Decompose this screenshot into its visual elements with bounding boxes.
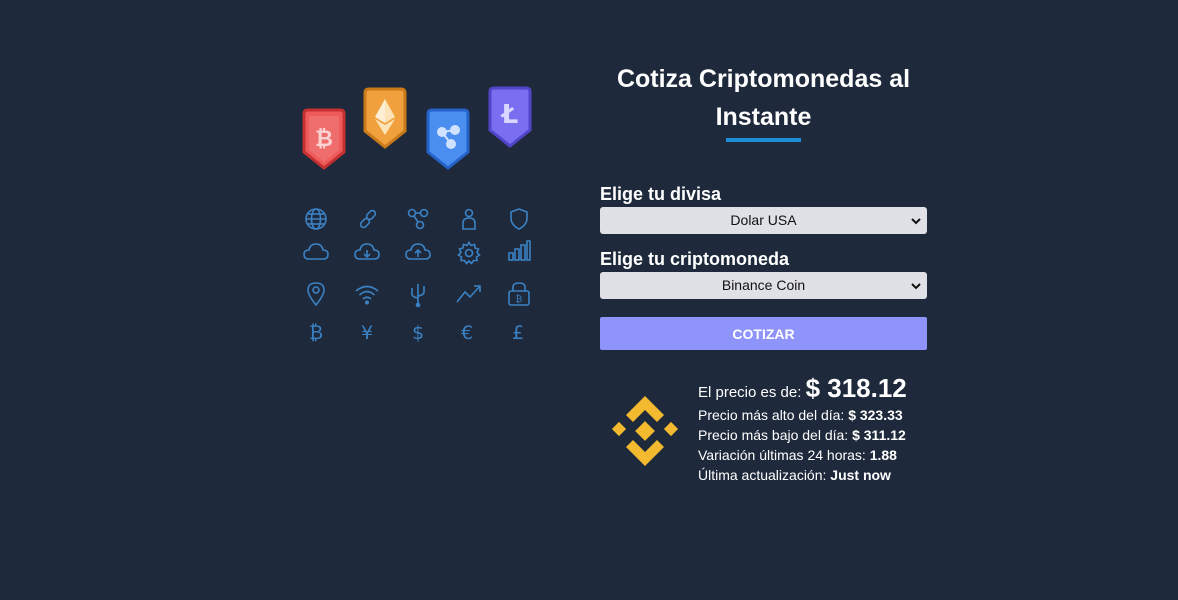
icon-grid: ₿ ₿ ¥ $ € £ bbox=[300, 205, 540, 345]
page: ₿ Ł ₿ ₿ ¥ $ € £ Cotiza Criptomonedas al … bbox=[0, 0, 1178, 600]
page-title-line2: Instante bbox=[715, 103, 812, 131]
svg-text:€: € bbox=[461, 322, 473, 344]
wifi-icon bbox=[355, 285, 379, 305]
cloud-download-icon bbox=[354, 243, 380, 260]
gear-icon bbox=[457, 241, 481, 265]
price-label: El precio es de: bbox=[698, 384, 802, 401]
quote-button[interactable]: COTIZAR bbox=[600, 317, 927, 350]
high-value: $ 323.33 bbox=[848, 407, 903, 423]
svg-text:$: $ bbox=[412, 322, 424, 344]
bar-chart-icon bbox=[508, 240, 531, 261]
pound-icon: £ bbox=[512, 322, 524, 344]
price-row: El precio es de: $ 318.12 bbox=[698, 375, 907, 403]
price-value: $ 318.12 bbox=[805, 373, 907, 403]
svg-text:Ł: Ł bbox=[500, 100, 519, 130]
lock-icon: ₿ bbox=[508, 282, 530, 306]
bitcoin-icon: ₿ bbox=[302, 108, 346, 170]
location-pin-icon bbox=[307, 282, 325, 307]
svg-text:₿: ₿ bbox=[315, 127, 333, 152]
quote-panel: Cotiza Criptomonedas al Instante Elige t… bbox=[600, 60, 927, 350]
network-icon bbox=[407, 208, 429, 230]
updated-value: Just now bbox=[830, 467, 891, 483]
currency-select[interactable]: Dolar USA bbox=[600, 207, 927, 234]
globe-icon bbox=[305, 208, 327, 230]
low-row: Precio más bajo del día: $ 311.12 bbox=[698, 425, 907, 445]
trend-up-icon bbox=[456, 285, 481, 303]
svg-text:£: £ bbox=[512, 322, 524, 344]
updated-label: Última actualización: bbox=[698, 467, 827, 483]
link-icon bbox=[359, 209, 377, 229]
svg-text:₿: ₿ bbox=[516, 294, 523, 305]
ripple-icon bbox=[426, 108, 470, 170]
currency-select-value: Dolar USA bbox=[730, 212, 797, 228]
ethereum-icon bbox=[363, 87, 407, 149]
page-title-line1: Cotiza Criptomonedas al bbox=[616, 65, 911, 93]
low-label: Precio más bajo del día: bbox=[698, 427, 849, 443]
binance-coin-icon bbox=[611, 396, 679, 466]
cloud-upload-icon bbox=[405, 243, 431, 260]
crypto-select-value: Binance Coin bbox=[721, 277, 806, 293]
quote-result: El precio es de: $ 318.12 Precio más alt… bbox=[605, 375, 935, 498]
bitcoin-symbol-icon: ₿ bbox=[309, 322, 323, 344]
chevron-down-icon bbox=[911, 272, 921, 299]
currency-label: Elige tu divisa bbox=[600, 184, 722, 204]
change-label: Variación últimas 24 horas: bbox=[698, 447, 866, 463]
crypto-select[interactable]: Binance Coin bbox=[600, 272, 927, 299]
low-value: $ 311.12 bbox=[852, 427, 906, 443]
euro-icon: € bbox=[461, 322, 473, 344]
chevron-down-icon bbox=[911, 207, 921, 234]
user-icon bbox=[462, 208, 476, 230]
svg-text:¥: ¥ bbox=[361, 322, 373, 344]
change-row: Variación últimas 24 horas: 1.88 bbox=[698, 445, 907, 465]
change-value: 1.88 bbox=[869, 447, 897, 463]
svg-text:₿: ₿ bbox=[309, 322, 323, 344]
high-row: Precio más alto del día: $ 323.33 bbox=[698, 405, 907, 425]
crypto-label: Elige tu criptomoneda bbox=[600, 249, 790, 269]
page-title: Cotiza Criptomonedas al Instante bbox=[600, 60, 927, 136]
dollar-icon: $ bbox=[412, 322, 424, 344]
yen-icon: ¥ bbox=[361, 322, 373, 344]
high-label: Precio más alto del día: bbox=[698, 407, 845, 423]
usb-icon bbox=[411, 284, 425, 308]
result-details: El precio es de: $ 318.12 Precio más alt… bbox=[698, 375, 907, 485]
litecoin-icon: Ł bbox=[488, 86, 532, 148]
cloud-icon bbox=[303, 243, 329, 260]
updated-row: Última actualización: Just now bbox=[698, 465, 907, 485]
shield-icon bbox=[510, 208, 528, 230]
